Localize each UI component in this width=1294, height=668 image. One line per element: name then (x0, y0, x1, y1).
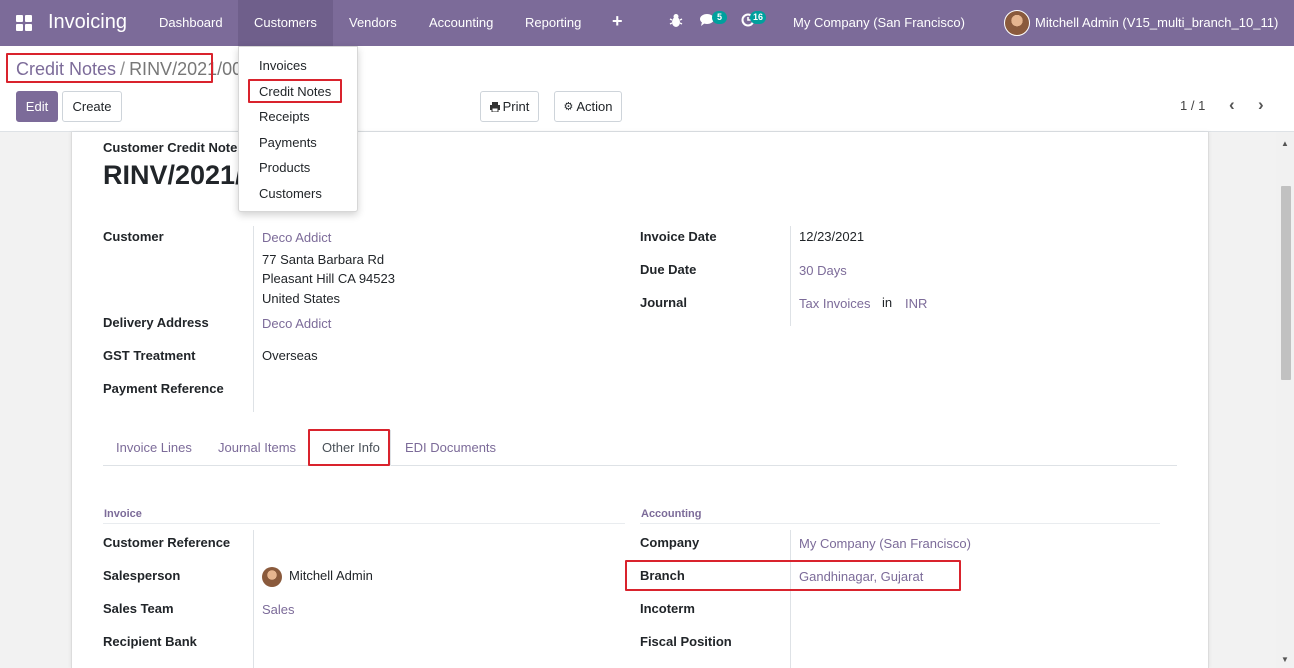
branch-label: Branch (640, 568, 685, 583)
right-group-divider (790, 226, 791, 326)
gst-treatment-label: GST Treatment (103, 348, 196, 363)
menu-customers[interactable]: Customers (254, 15, 317, 30)
menu-reporting[interactable]: Reporting (525, 15, 581, 30)
accounting-group-divider (790, 530, 791, 668)
bug-icon[interactable] (669, 13, 683, 32)
journal-label: Journal (640, 295, 687, 310)
tab-journal-items[interactable]: Journal Items (218, 440, 296, 455)
company-label: Company (640, 535, 700, 550)
company-link[interactable]: My Company (San Francisco) (799, 536, 971, 551)
scroll-down-icon[interactable]: ▼ (1281, 655, 1289, 664)
create-button[interactable]: Create (62, 91, 122, 122)
plus-icon[interactable]: + (612, 11, 623, 32)
dropdown-item-receipts[interactable]: Receipts (259, 109, 310, 124)
left-group-divider (253, 226, 254, 412)
delivery-address-link[interactable]: Deco Addict (262, 316, 331, 331)
control-panel: Credit Notes / RINV/2021/00 Edit Create Pr… (0, 46, 1294, 132)
address-line-1: 77 Santa Barbara Rd (262, 252, 385, 267)
salesperson-label: Salesperson (103, 568, 181, 583)
breadcrumb-credit-notes[interactable]: Credit Notes (16, 59, 116, 79)
tab-edi-documents[interactable]: EDI Documents (405, 440, 496, 455)
due-date-label: Due Date (640, 262, 697, 277)
app-name[interactable]: Invoicing (48, 11, 127, 34)
gst-treatment-value: Overseas (262, 348, 318, 363)
edit-button[interactable]: Edit (16, 91, 58, 122)
menu-vendors[interactable]: Vendors (349, 15, 397, 30)
user-avatar[interactable] (1004, 10, 1030, 36)
company-switcher[interactable]: My Company (San Francisco) (793, 15, 965, 30)
breadcrumb: Credit Notes / RINV/2021/00 (16, 59, 242, 80)
menu-accounting[interactable]: Accounting (429, 15, 493, 30)
address-line-3: United States (262, 291, 341, 306)
invoice-group-divider (253, 530, 254, 668)
sales-team-label: Sales Team (103, 601, 174, 616)
record-name: RINV/2021/ (103, 160, 243, 190)
customer-reference-label: Customer Reference (103, 535, 231, 550)
invoice-section-line (103, 523, 625, 524)
accounting-section-title: Accounting (641, 508, 702, 520)
print-button[interactable]: Print (480, 91, 539, 122)
scroll-up-icon[interactable]: ▲ (1281, 139, 1289, 148)
customer-label: Customer (103, 229, 164, 244)
form-sheet: Customer Credit Note RINV/2021/ Customer… (71, 132, 1209, 668)
apps-menu-icon[interactable] (16, 15, 32, 31)
gear-icon: ⚙ (563, 101, 574, 113)
fiscal-position-label: Fiscal Position (640, 634, 732, 649)
user-menu[interactable]: Mitchell Admin (V15_multi_branch_10_11) (1035, 15, 1278, 30)
delivery-address-label: Delivery Address (103, 315, 209, 330)
scrollbar-thumb[interactable] (1281, 186, 1291, 380)
invoice-section-title: Invoice (104, 508, 142, 520)
menu-dashboard[interactable]: Dashboard (159, 15, 223, 30)
sales-team-link[interactable]: Sales (262, 602, 295, 617)
branch-link[interactable]: Gandhinagar, Gujarat (799, 569, 923, 584)
payment-reference-label: Payment Reference (103, 381, 224, 396)
currency-link[interactable]: INR (905, 296, 927, 311)
document-type-label: Customer Credit Note (103, 140, 238, 155)
printer-icon (489, 101, 500, 112)
action-label: Action (576, 99, 613, 114)
tab-other-info[interactable]: Other Info (322, 440, 380, 455)
dropdown-item-products[interactable]: Products (259, 160, 310, 175)
dropdown-item-credit-notes[interactable]: Credit Notes (259, 84, 331, 99)
tabs-baseline (103, 465, 1177, 466)
pager-value: 1 / 1 (1180, 98, 1206, 113)
print-label: Print (502, 99, 530, 114)
invoice-date-label: Invoice Date (640, 229, 717, 244)
dropdown-item-customers[interactable]: Customers (259, 186, 322, 201)
salesperson-value[interactable]: Mitchell Admin (289, 568, 373, 583)
due-date-link[interactable]: 30 Days (799, 263, 847, 278)
incoterm-label: Incoterm (640, 601, 695, 616)
breadcrumb-separator: / (120, 59, 126, 79)
recipient-bank-label: Recipient Bank (103, 634, 197, 649)
accounting-section-line (640, 523, 1160, 524)
tab-invoice-lines[interactable]: Invoice Lines (116, 440, 192, 455)
journal-link[interactable]: Tax Invoices (799, 296, 871, 311)
journal-in-text: in (882, 295, 893, 310)
activities-badge: 16 (750, 11, 767, 24)
breadcrumb-current: RINV/2021/00 (129, 59, 243, 79)
action-button[interactable]: ⚙ Action (554, 91, 622, 122)
address-line-2: Pleasant Hill CA 94523 (262, 271, 395, 286)
salesperson-avatar (262, 567, 282, 587)
messages-badge: 5 (712, 11, 727, 24)
dropdown-item-payments[interactable]: Payments (259, 135, 317, 150)
top-navbar: Invoicing Dashboard Customers Vendors Ac… (0, 0, 1294, 46)
customer-link[interactable]: Deco Addict (262, 230, 331, 245)
dropdown-item-invoices[interactable]: Invoices (259, 58, 307, 73)
customers-dropdown-menu: Invoices Credit Notes Receipts Payments … (238, 46, 358, 212)
invoice-date-value: 12/23/2021 (799, 229, 865, 244)
pager-next-icon[interactable]: › (1258, 95, 1264, 115)
pager-previous-icon[interactable]: ‹ (1229, 95, 1235, 115)
